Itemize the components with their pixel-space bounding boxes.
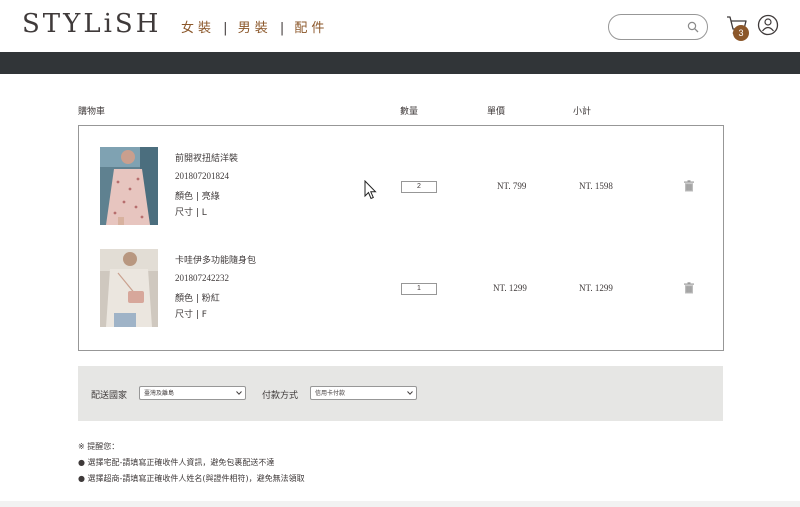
qty-header: 數量 bbox=[400, 107, 419, 117]
search-box[interactable] bbox=[608, 14, 708, 40]
trash-icon[interactable] bbox=[683, 180, 695, 192]
note-convenience-store: ● 選擇超商-請填寫正確收件人姓名(與證件相符)，避免無法領取 bbox=[78, 474, 305, 483]
nav-accessories[interactable]: 配件 bbox=[294, 21, 328, 36]
checkout-options: 配送國家 臺灣及離島 付款方式 信用卡付款 bbox=[78, 366, 723, 421]
product-id: 201807242232 bbox=[175, 273, 229, 283]
country-select[interactable]: 臺灣及離島 bbox=[139, 386, 246, 400]
product-name[interactable]: 卡哇伊多功能隨身包 bbox=[175, 253, 256, 266]
footer-edge bbox=[0, 501, 800, 507]
header-bottom-band bbox=[0, 52, 800, 74]
trash-icon[interactable] bbox=[683, 282, 695, 294]
search-input[interactable] bbox=[617, 18, 691, 37]
product-id: 201807201824 bbox=[175, 171, 229, 181]
chevron-down-icon bbox=[236, 391, 242, 395]
country-value: 臺灣及離島 bbox=[144, 390, 175, 397]
quantity-select[interactable]: 1 bbox=[401, 283, 437, 295]
nav-divider: | bbox=[223, 21, 228, 36]
cart-item: 卡哇伊多功能隨身包 201807242232 顏色 | 粉紅 尺寸 | F 1 … bbox=[79, 249, 723, 349]
nav-men[interactable]: 男裝 bbox=[238, 21, 272, 36]
payment-select[interactable]: 信用卡付款 bbox=[310, 386, 417, 400]
mouse-pointer-icon bbox=[364, 180, 377, 200]
product-image-dress[interactable] bbox=[100, 147, 158, 225]
item-subtotal: NT. 1299 bbox=[579, 283, 613, 293]
product-name[interactable]: 前開衩扭結洋裝 bbox=[175, 151, 238, 164]
cart-count-badge: 3 bbox=[733, 25, 749, 41]
country-label: 配送國家 bbox=[91, 391, 128, 401]
shipping-notes: ※ 提醒您： ● 選擇宅配-請填寫正確收件人資訊，避免包裹配送不達 ● 選擇超商… bbox=[78, 439, 305, 487]
price-header: 單價 bbox=[487, 107, 506, 117]
product-size: 尺寸 | F bbox=[175, 310, 207, 320]
product-size: 尺寸 | L bbox=[175, 208, 207, 218]
item-subtotal: NT. 1598 bbox=[579, 181, 613, 191]
product-color: 顏色 | 亮綠 bbox=[175, 192, 220, 202]
product-color: 顏色 | 粉紅 bbox=[175, 294, 220, 304]
quantity-select[interactable]: 2 bbox=[401, 181, 437, 193]
nav-divider: | bbox=[279, 21, 285, 36]
subtotal-header: 小計 bbox=[573, 107, 592, 117]
payment-value: 信用卡付款 bbox=[315, 390, 346, 397]
payment-label: 付款方式 bbox=[262, 391, 299, 401]
cart-item: 前開衩扭結洋裝 201807201824 顏色 | 亮綠 尺寸 | L 2 NT… bbox=[79, 147, 723, 247]
unit-price: NT. 1299 bbox=[493, 283, 527, 293]
chevron-down-icon bbox=[407, 391, 413, 395]
cart-title: 購物車 bbox=[78, 107, 106, 117]
search-icon[interactable] bbox=[687, 21, 699, 33]
category-nav: 女裝 | 男裝 | 配件 bbox=[181, 17, 328, 36]
site-header: STYLiSH 女裝 | 男裝 | 配件 3 bbox=[0, 0, 800, 52]
note-delivery: ● 選擇宅配-請填寫正確收件人資訊，避免包裹配送不達 bbox=[78, 458, 275, 467]
cart-items-list: 前開衩扭結洋裝 201807201824 顏色 | 亮綠 尺寸 | L 2 NT… bbox=[78, 125, 724, 351]
notes-title: ※ 提醒您： bbox=[78, 442, 120, 451]
member-icon[interactable] bbox=[757, 14, 779, 36]
product-image-bag[interactable] bbox=[100, 249, 158, 327]
logo[interactable]: STYLiSH bbox=[22, 9, 161, 39]
nav-women[interactable]: 女裝 bbox=[181, 21, 215, 36]
unit-price: NT. 799 bbox=[497, 181, 527, 191]
